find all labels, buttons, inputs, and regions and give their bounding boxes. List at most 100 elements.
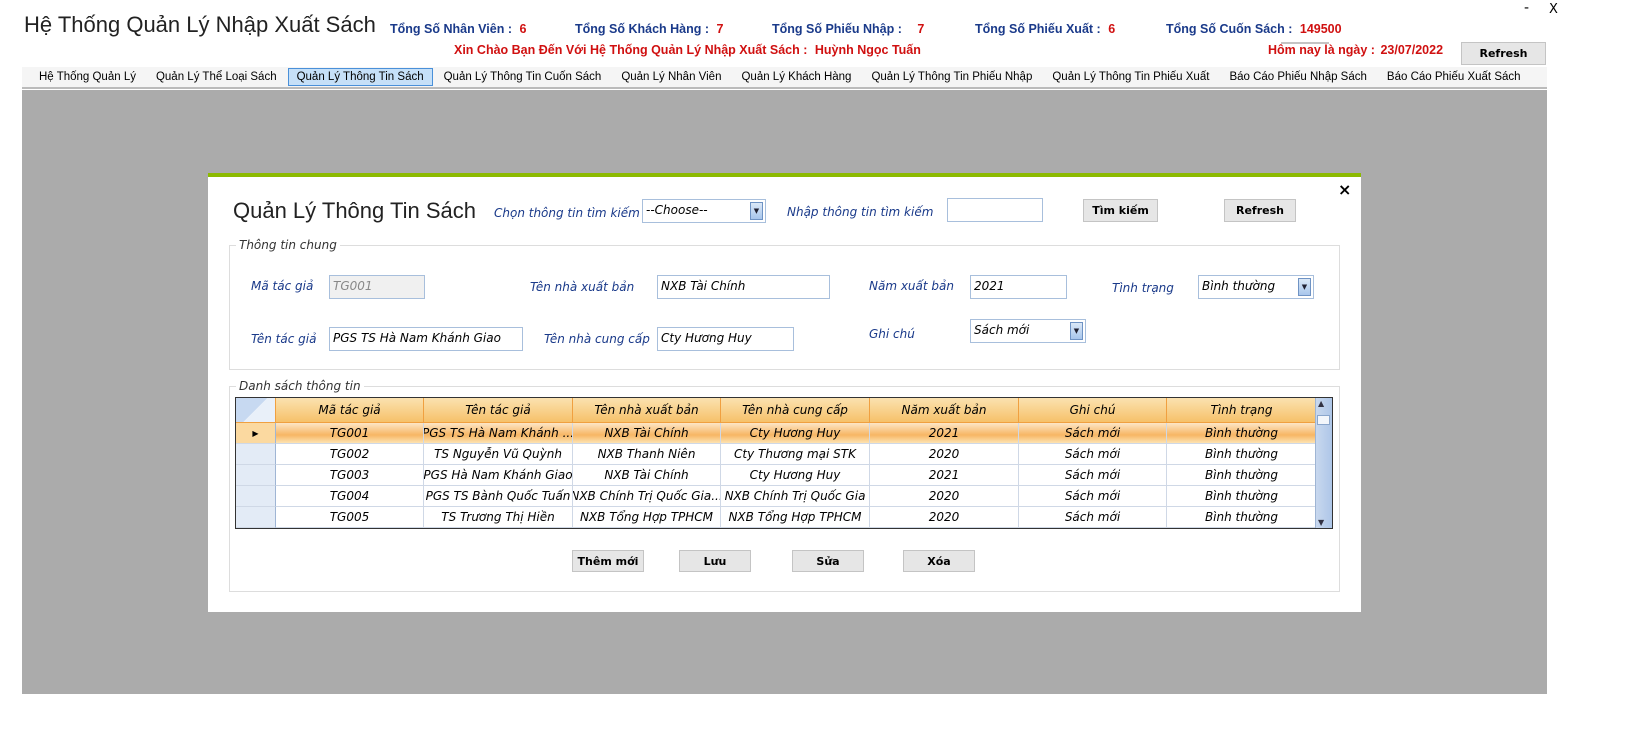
menu-item[interactable]: Quản Lý Thông Tin Phiếu Nhập — [862, 68, 1041, 86]
supplier-field[interactable]: Cty Hương Huy — [657, 327, 794, 351]
menu-item[interactable]: Quản Lý Thông Tin Sách — [287, 68, 433, 86]
search-button[interactable]: Tìm kiếm — [1083, 199, 1158, 222]
column-header[interactable]: Năm xuất bản — [870, 398, 1019, 423]
supplier-label: Tên nhà cung cấp — [544, 332, 650, 346]
scroll-down-icon[interactable]: ▼ — [1318, 518, 1324, 527]
books-grid: TG005 TS Trương Thị Hiền NXB Tổng Hợp TPHC… — [235, 397, 1333, 529]
column-header[interactable]: Ghi chú — [1019, 398, 1167, 423]
table-cell: 2020 — [870, 486, 1019, 507]
table-cell: Sách mới — [1019, 423, 1167, 444]
column-header[interactable]: Mã tác giả — [276, 398, 424, 423]
column-header[interactable]: Tên nhà cung cấp — [721, 398, 870, 423]
refresh-header-button[interactable]: Refresh — [1461, 42, 1546, 65]
table-cell: NXB Thanh Niên — [573, 444, 721, 465]
table-cell: Cty Hương Huy — [721, 423, 870, 444]
chevron-down-icon: ▼ — [750, 202, 763, 220]
table-cell: TS Nguyễn Vũ Quỳnh — [424, 444, 573, 465]
refresh-dialog-button[interactable]: Refresh — [1224, 199, 1296, 222]
edit-button[interactable]: Sửa — [792, 550, 864, 572]
table-row[interactable]: TG003 PGS Hà Nam Khánh Giao NXB Tài Chính C… — [236, 465, 1317, 486]
author-id-label: Mã tác giả — [251, 279, 314, 293]
row-header[interactable] — [236, 507, 276, 528]
table-cell: TG005 — [276, 507, 424, 528]
menu-item[interactable]: Báo Cáo Phiếu Xuất Sách — [1378, 68, 1530, 86]
row-header[interactable] — [236, 465, 276, 486]
row-header[interactable] — [236, 486, 276, 507]
table-cell: 2020 — [870, 444, 1019, 465]
minimize-button[interactable]: - — [1524, 0, 1529, 16]
save-button[interactable]: Lưu — [679, 550, 751, 572]
author-name-field[interactable]: PGS TS Hà Nam Khánh Giao — [329, 327, 523, 351]
table-cell: 2021 — [870, 423, 1019, 444]
note-label: Ghi chú — [869, 327, 915, 341]
table-cell: Bình thường — [1167, 423, 1317, 444]
dialog-title: Quản Lý Thông Tin Sách — [233, 198, 476, 223]
current-row-icon: ▶ — [252, 428, 259, 438]
search-input-label: Nhập thông tin tìm kiếm — [787, 205, 934, 219]
today-date: Hôm nay là ngày : 23/07/2022 — [1268, 43, 1444, 57]
table-cell: NXB Tài Chính — [573, 423, 721, 444]
main-menu: Hệ Thống Quản Lý Quản Lý Thể Loại Sách Quả… — [22, 67, 1547, 89]
author-name-label: Tên tác giả — [251, 332, 317, 346]
table-cell: PGS Hà Nam Khánh Giao — [424, 465, 573, 486]
table-cell: Bình thường — [1167, 507, 1317, 528]
group-label: Danh sách thông tin — [236, 379, 364, 393]
table-cell: 2020 — [870, 507, 1019, 528]
table-cell: TS Trương Thị Hiền — [424, 507, 573, 528]
menu-item[interactable]: Quản Lý Thông Tin Cuốn Sách — [435, 68, 611, 86]
table-cell: Cty Thương mại STK — [721, 444, 870, 465]
row-header[interactable]: ▶ — [236, 423, 276, 444]
table-cell: Sách mới — [1019, 444, 1167, 465]
menu-item[interactable]: Quản Lý Thông Tin Phiếu Xuất — [1043, 68, 1218, 86]
status-select[interactable]: Bình thường ▼ — [1198, 275, 1314, 299]
delete-button[interactable]: Xóa — [903, 550, 975, 572]
row-header[interactable] — [236, 444, 276, 465]
table-cell: PGS TS Bành Quốc Tuấn — [424, 486, 573, 507]
scroll-thumb[interactable] — [1317, 415, 1330, 425]
column-header[interactable]: Tình trạng — [1167, 398, 1317, 423]
stat-employees: Tổng Số Nhân Viên : 6 — [390, 22, 527, 36]
publish-year-field[interactable]: 2021 — [970, 275, 1067, 299]
table-cell: TG004 — [276, 486, 424, 507]
vertical-scrollbar[interactable]: ▲ ▼ — [1315, 398, 1332, 528]
table-cell: NXB Tài Chính — [573, 465, 721, 486]
grid-header-row: Mã tác giả Tên tác giả Tên nhà xuất bản Tên… — [236, 398, 1317, 423]
menu-item[interactable]: Quản Lý Khách Hàng — [732, 68, 860, 86]
publish-year-label: Năm xuất bản — [869, 279, 954, 293]
search-field-select[interactable]: --Choose-- ▼ — [642, 199, 766, 223]
close-app-button[interactable]: X — [1549, 2, 1558, 17]
chevron-down-icon: ▼ — [1298, 278, 1311, 296]
table-row[interactable]: TG005 TS Trương Thị Hiền NXB Tổng Hợp TPHC… — [236, 507, 1317, 528]
search-choose-label: Chọn thông tin tìm kiếm — [494, 206, 640, 220]
search-input[interactable] — [947, 198, 1043, 222]
scroll-up-icon[interactable]: ▲ — [1318, 399, 1324, 408]
publisher-field[interactable]: NXB Tài Chính — [657, 275, 830, 299]
publisher-label: Tên nhà xuất bản — [530, 280, 635, 294]
status-label: Tình trạng — [1112, 281, 1174, 295]
stat-import-receipts: Tổng Số Phiếu Nhập : 7 — [772, 22, 925, 36]
table-row[interactable]: ▶ TG001 PGS TS Hà Nam Khánh ... NXB Tài Chí… — [236, 423, 1317, 444]
select-all-corner[interactable] — [236, 398, 276, 423]
author-id-field[interactable]: TG001 — [329, 275, 425, 299]
menu-item[interactable]: Báo Cáo Phiếu Nhập Sách — [1220, 68, 1375, 86]
book-info-dialog: × Quản Lý Thông Tin Sách Chọn thông tin … — [208, 173, 1361, 612]
add-new-button[interactable]: Thêm mới — [572, 550, 644, 572]
table-row[interactable]: TG004 PGS TS Bành Quốc Tuấn NXB Chính Trị … — [236, 486, 1317, 507]
close-dialog-button[interactable]: × — [1338, 180, 1351, 199]
note-select[interactable]: Sách mới ▼ — [970, 319, 1086, 343]
table-cell: PGS TS Hà Nam Khánh ... — [424, 423, 573, 444]
table-cell: Sách mới — [1019, 465, 1167, 486]
menu-item[interactable]: Hệ Thống Quản Lý — [30, 68, 145, 86]
table-cell: NXB Tổng Hợp TPHCM — [573, 507, 721, 528]
column-header[interactable]: Tên nhà xuất bản — [573, 398, 721, 423]
table-cell: NXB Chính Trị Quốc Gia... — [573, 486, 721, 507]
menu-item[interactable]: Quản Lý Nhân Viên — [612, 68, 730, 86]
app-title: Hệ Thống Quản Lý Nhập Xuất Sách — [24, 12, 376, 37]
table-cell: Bình thường — [1167, 465, 1317, 486]
table-row[interactable]: TG002 TS Nguyễn Vũ Quỳnh NXB Thanh Niên Cty… — [236, 444, 1317, 465]
table-cell: Sách mới — [1019, 486, 1167, 507]
table-cell: Sách mới — [1019, 507, 1167, 528]
table-cell: Cty Hương Huy — [721, 465, 870, 486]
menu-item[interactable]: Quản Lý Thể Loại Sách — [147, 68, 286, 86]
column-header[interactable]: Tên tác giả — [424, 398, 573, 423]
